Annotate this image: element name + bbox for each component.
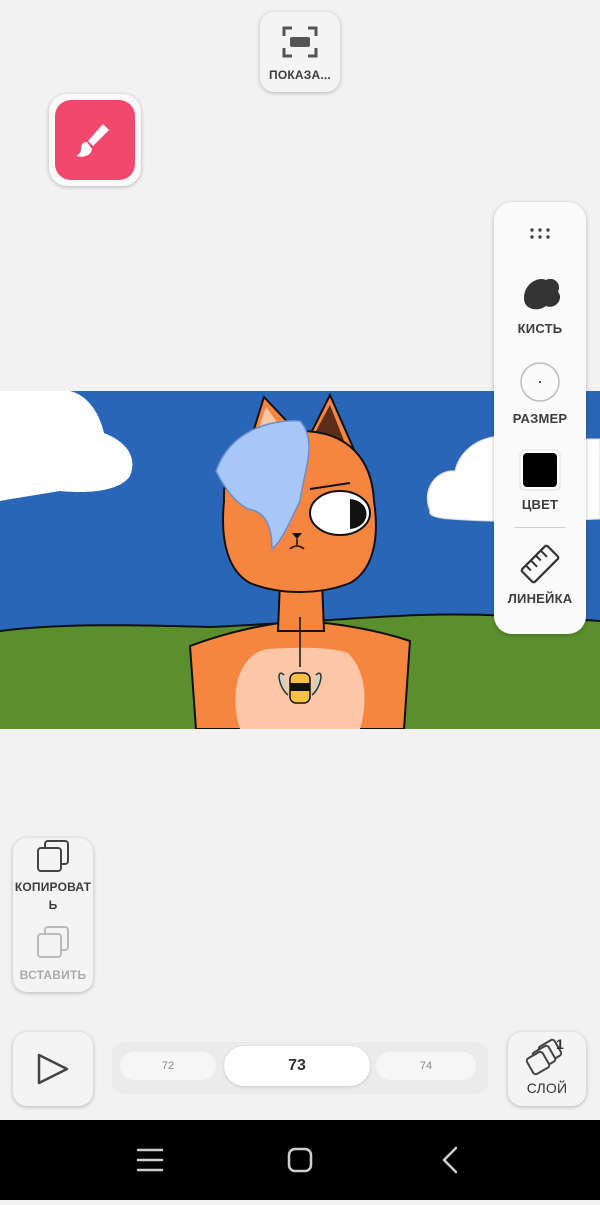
back-icon[interactable]: [442, 1146, 458, 1174]
play-button[interactable]: [13, 1032, 93, 1106]
color-label: ЦВЕТ: [521, 497, 559, 512]
fullscreen-label: ПОКАЗА...: [269, 68, 331, 82]
frame-next[interactable]: 74: [376, 1052, 476, 1080]
color-swatch: [519, 449, 561, 491]
brush-tool[interactable]: КИСТЬ: [494, 272, 586, 342]
ruler-icon: [520, 544, 560, 584]
play-icon: [37, 1053, 69, 1085]
fullscreen-icon: [282, 26, 318, 58]
ruler-label: ЛИНЕЙКА: [507, 591, 573, 606]
paste-label: ВСТАВИТЬ: [19, 968, 87, 982]
frame-timeline[interactable]: 72 73 74: [112, 1042, 488, 1094]
paste-icon: [37, 926, 69, 958]
recent-apps-icon[interactable]: [136, 1148, 164, 1172]
color-tool[interactable]: ЦВЕТ: [494, 448, 586, 516]
ruler-tool[interactable]: ЛИНЕЙКА: [494, 542, 586, 612]
brush-size-icon: [520, 362, 560, 402]
frame-current[interactable]: 73: [224, 1046, 370, 1086]
paste-button[interactable]: ВСТАВИТЬ: [13, 924, 93, 988]
layer-count: 1: [556, 1036, 564, 1052]
drag-handle-icon: [530, 228, 550, 239]
size-label: РАЗМЕР: [512, 411, 568, 426]
fullscreen-button[interactable]: ПОКАЗА...: [260, 12, 340, 92]
copy-paste-panel: КОПИРОВАТ Ь ВСТАВИТЬ: [13, 838, 93, 992]
home-icon[interactable]: [287, 1147, 313, 1173]
layer-button[interactable]: 1 СЛОЙ: [508, 1032, 586, 1106]
paintbrush-icon: [76, 124, 109, 157]
system-nav-bar: [0, 1120, 600, 1200]
layer-label: СЛОЙ: [526, 1080, 568, 1096]
frame-prev[interactable]: 72: [120, 1052, 216, 1080]
panel-drag-handle[interactable]: [494, 222, 586, 246]
brush-label: КИСТЬ: [517, 321, 563, 336]
copy-label: КОПИРОВАТ Ь: [14, 880, 92, 912]
copy-icon: [37, 840, 69, 872]
brush-stroke-icon: [524, 278, 561, 310]
brush-mode-button[interactable]: [49, 94, 141, 186]
layers-icon: [525, 1038, 563, 1076]
copy-button[interactable]: КОПИРОВАТ Ь: [13, 838, 93, 918]
tools-panel: КИСТЬ РАЗМЕР ЦВЕТ ЛИНЕЙКА: [494, 202, 586, 634]
size-tool[interactable]: РАЗМЕР: [494, 362, 586, 428]
panel-divider: [514, 527, 566, 528]
